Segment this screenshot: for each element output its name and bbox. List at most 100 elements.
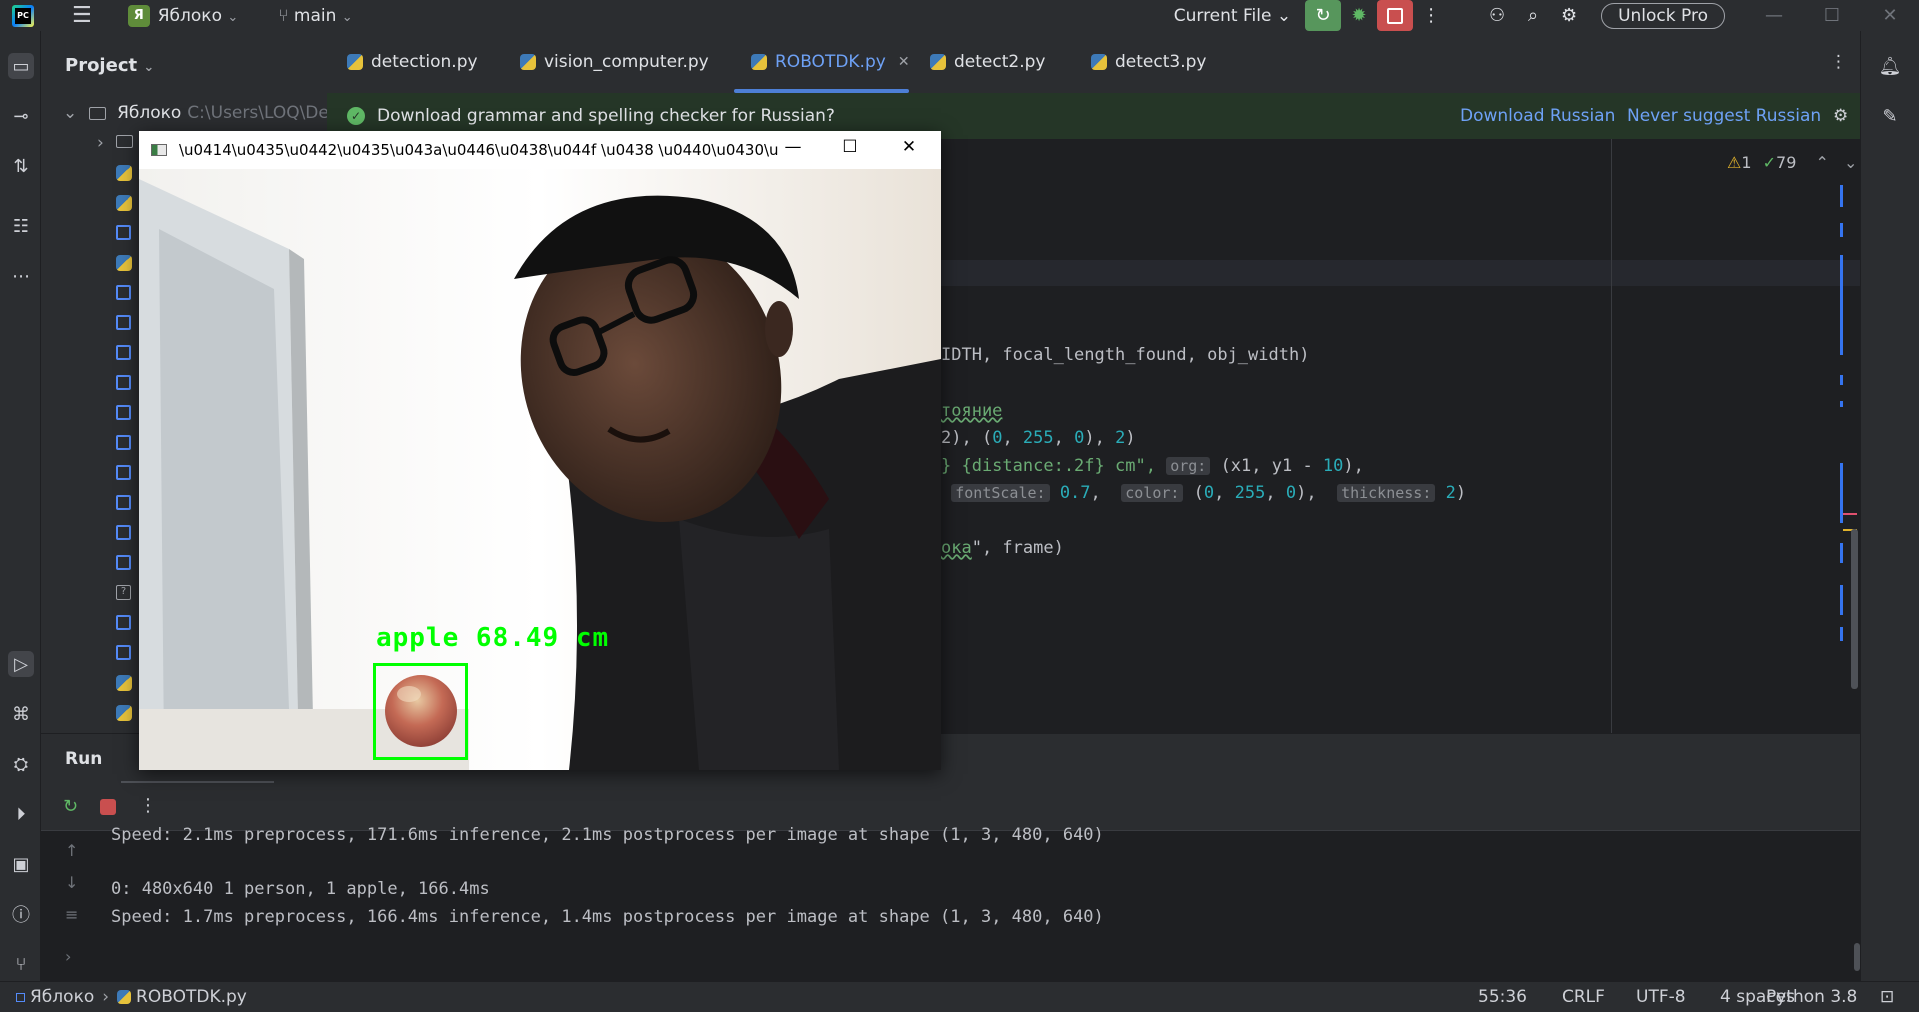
- close-icon[interactable]: ✕: [1861, 5, 1919, 26]
- tree-file[interactable]: [116, 555, 136, 573]
- settings-gear-icon[interactable]: ⚙: [1551, 0, 1587, 31]
- stop-button[interactable]: [1377, 0, 1414, 31]
- tree-file[interactable]: [116, 375, 136, 393]
- python-packages-icon[interactable]: ⌘: [8, 701, 34, 727]
- notification-settings-icon[interactable]: ⚙: [1833, 106, 1848, 126]
- editor-scrollbar[interactable]: [1851, 529, 1858, 689]
- services-icon[interactable]: ⛭: [8, 751, 34, 777]
- rerun-button[interactable]: ↻: [1305, 0, 1342, 31]
- tree-file[interactable]: [116, 255, 136, 273]
- tree-file[interactable]: [116, 315, 136, 333]
- tree-file[interactable]: [116, 285, 136, 303]
- unlock-pro-button[interactable]: Unlock Pro: [1601, 2, 1725, 29]
- rerun-icon: ↻: [1315, 5, 1331, 26]
- project-panel-title[interactable]: Project ⌄: [65, 55, 154, 76]
- image-file-icon: [116, 435, 131, 450]
- tab-vision-computer[interactable]: vision_computer.py: [520, 31, 709, 93]
- run-config-label: Current File: [1173, 5, 1272, 26]
- tree-file[interactable]: [116, 675, 136, 693]
- code-line: 2), (0, 255, 0), 2): [941, 428, 1136, 448]
- breadcrumb-file[interactable]: ROBOTDK.py: [136, 987, 247, 1007]
- project-switcher[interactable]: Яблоко ⌄: [158, 6, 239, 26]
- branch-switcher[interactable]: ⑂ main ⌄: [278, 6, 352, 26]
- tab-label: detect3.py: [1115, 52, 1207, 72]
- run-tool-icon[interactable]: ▷: [8, 651, 34, 677]
- problems-icon[interactable]: ⓘ: [8, 901, 34, 927]
- debug-button[interactable]: ✹: [1341, 0, 1377, 31]
- structure-icon[interactable]: ☷: [8, 213, 34, 239]
- more-actions-icon[interactable]: ⋮: [139, 795, 157, 816]
- right-margin-guide: [1611, 139, 1612, 733]
- image-file-icon: [116, 225, 131, 240]
- cv-window-titlebar[interactable]: \u0414\u0435\u0442\u0435\u043a\u0446\u04…: [139, 131, 941, 169]
- breadcrumb-project[interactable]: Яблоко: [30, 987, 94, 1007]
- tab-detect3[interactable]: detect3.py: [1091, 31, 1206, 93]
- tree-file[interactable]: [116, 225, 136, 243]
- tabs-menu-icon[interactable]: ⋮: [1830, 31, 1847, 93]
- chevron-down-icon[interactable]: ⌄: [1844, 153, 1857, 172]
- maximize-icon[interactable]: ☐: [1803, 5, 1861, 26]
- add-user-icon[interactable]: ⚇: [1479, 0, 1515, 31]
- download-russian-link[interactable]: Download Russian: [1460, 106, 1615, 126]
- lock-icon[interactable]: ⊡: [1880, 987, 1894, 1007]
- tree-file[interactable]: [116, 345, 136, 363]
- tree-file[interactable]: [116, 525, 136, 543]
- tree-folder[interactable]: [116, 135, 136, 153]
- chevron-down-icon: ⌄: [227, 9, 239, 25]
- tab-detection[interactable]: detection.py: [347, 31, 478, 93]
- minimize-icon[interactable]: —: [773, 137, 813, 157]
- tree-file[interactable]: [116, 465, 136, 483]
- python-interpreter[interactable]: Python 3.8: [1766, 987, 1857, 1007]
- line-separator[interactable]: CRLF: [1562, 987, 1605, 1007]
- git-icon[interactable]: ⑂: [8, 951, 34, 977]
- more-actions-icon[interactable]: ⋮: [1413, 0, 1449, 31]
- terminal-icon[interactable]: ▣: [8, 851, 34, 877]
- opencv-window[interactable]: \u0414\u0435\u0442\u0435\u043a\u0446\u04…: [139, 131, 941, 770]
- search-icon[interactable]: ⌕: [1515, 0, 1551, 31]
- code-line: } {distance:.2f} cm", org: (x1, y1 - 10)…: [941, 456, 1364, 476]
- tree-file[interactable]: [116, 495, 136, 513]
- close-tab-icon[interactable]: ✕: [898, 54, 910, 70]
- tree-file[interactable]: [116, 405, 136, 423]
- tree-file[interactable]: [116, 645, 136, 663]
- tree-file[interactable]: [116, 435, 136, 453]
- commit-icon[interactable]: ⊸: [8, 103, 34, 129]
- code-number: 0.7: [1059, 483, 1091, 503]
- minimize-icon[interactable]: —: [1745, 5, 1803, 26]
- main-menu-icon[interactable]: ☰: [72, 3, 92, 28]
- maximize-icon[interactable]: ☐: [830, 137, 870, 157]
- chevron-right-icon[interactable]: ›: [65, 947, 71, 966]
- arrow-up-icon[interactable]: ↑: [65, 841, 78, 860]
- inspection-widget[interactable]: ⚠1 ✓79 ⌃ ⌄: [1727, 153, 1857, 172]
- stop-icon[interactable]: [100, 799, 116, 815]
- status-bar: Яблоко › ROBOTDK.py 55:36 CRLF UTF-8 4 s…: [0, 981, 1919, 1012]
- tree-file[interactable]: ?: [116, 585, 136, 603]
- tab-detect2[interactable]: detect2.py: [930, 31, 1045, 93]
- tree-root[interactable]: ⌄ Яблоко C:\Users\LOQ\Des: [63, 103, 338, 123]
- chevron-right-icon[interactable]: ›: [97, 133, 117, 153]
- tree-file[interactable]: [116, 615, 136, 633]
- tree-file[interactable]: [116, 705, 136, 723]
- never-suggest-link[interactable]: Never suggest Russian: [1627, 106, 1821, 126]
- soft-wrap-icon[interactable]: ≡: [65, 905, 78, 924]
- ai-assistant-icon[interactable]: ✎: [1877, 103, 1903, 129]
- run-console[interactable]: ↑ ↓ ≡ › Speed: 2.1ms preprocess, 171.6ms…: [41, 825, 1860, 981]
- close-icon[interactable]: ✕: [889, 137, 929, 157]
- notifications-bell-icon[interactable]: 🔔︎: [1877, 53, 1903, 79]
- run-config-selector[interactable]: Current File ⌄: [1174, 6, 1291, 26]
- code-string: ока: [941, 538, 972, 558]
- tab-robotdk[interactable]: ROBOTDK.py ✕: [751, 31, 910, 93]
- file-encoding[interactable]: UTF-8: [1636, 987, 1686, 1007]
- caret-position[interactable]: 55:36: [1478, 987, 1527, 1007]
- tab-label: detect2.py: [954, 52, 1046, 72]
- pull-requests-icon[interactable]: ⇅: [8, 153, 34, 179]
- chevron-up-icon[interactable]: ⌃: [1815, 153, 1828, 172]
- run-panel-title[interactable]: Run: [65, 749, 102, 769]
- more-tools-icon[interactable]: ⋯: [8, 263, 34, 289]
- project-folder-icon[interactable]: ▭: [8, 53, 34, 79]
- tree-file[interactable]: [116, 195, 136, 213]
- arrow-down-icon[interactable]: ↓: [65, 873, 78, 892]
- tree-file[interactable]: [116, 165, 136, 183]
- rerun-icon[interactable]: ↻: [63, 796, 78, 817]
- run-services-icon[interactable]: ⏵: [8, 801, 34, 827]
